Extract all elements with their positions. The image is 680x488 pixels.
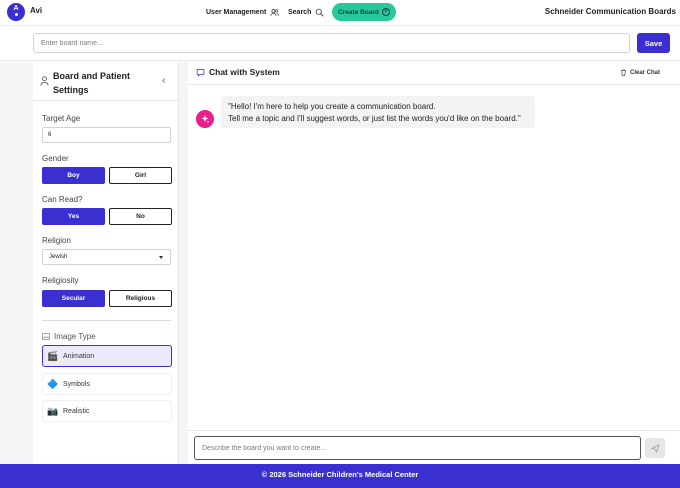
can-read-yes-button[interactable]: Yes: [42, 208, 105, 225]
message-line: "Hello! I'm here to help you create a co…: [228, 102, 436, 111]
collapse-chevron-icon[interactable]: ‹: [162, 75, 165, 86]
image-type-label: Image Type: [54, 332, 96, 341]
top-navbar: A Avi User Management Search Create Boar…: [0, 0, 680, 26]
target-age-input[interactable]: 6: [42, 127, 171, 143]
can-read-label: Can Read?: [42, 195, 83, 204]
religiosity-label: Religiosity: [42, 276, 79, 285]
search-label: Search: [288, 9, 312, 16]
settings-panel: Board and Patient Settings ‹ Target Age …: [33, 62, 179, 464]
image-type-option-label: Realistic: [63, 407, 90, 415]
chat-header: Chat with System Clear Chat: [188, 62, 680, 85]
religiosity-secular-button[interactable]: Secular: [42, 290, 105, 307]
board-name-bar: Save: [0, 27, 680, 61]
save-button[interactable]: Save: [637, 33, 670, 53]
image-type-symbols[interactable]: 🔷 Symbols: [42, 373, 172, 395]
image-type-animation[interactable]: 🎬 Animation: [42, 345, 172, 367]
blue-diamond-icon: 🔷: [47, 378, 59, 389]
clear-chat-button[interactable]: Clear Chat: [620, 69, 660, 76]
user-management-label: User Management: [206, 9, 267, 16]
gender-boy-button[interactable]: Boy: [42, 167, 105, 184]
create-board-label: Create Board: [338, 8, 379, 16]
clear-chat-label: Clear Chat: [629, 69, 660, 76]
user-avatar[interactable]: A: [7, 3, 25, 21]
target-age-label: Target Age: [42, 114, 81, 123]
search-icon: [316, 8, 324, 17]
trash-icon: [620, 69, 627, 76]
create-board-button[interactable]: Create Board +: [332, 3, 396, 21]
image-type-realistic[interactable]: 📷 Realistic: [42, 400, 172, 422]
can-read-no-button[interactable]: No: [109, 208, 172, 225]
username: Avi: [30, 6, 43, 15]
bot-avatar: [196, 110, 214, 128]
settings-divider: [42, 320, 171, 321]
gender-label: Gender: [42, 154, 69, 163]
camera-icon: 📷: [47, 405, 59, 416]
image-type-heading: Image Type: [42, 332, 96, 341]
send-button[interactable]: [645, 438, 665, 458]
religion-selected-value: Jewish: [49, 254, 68, 260]
religion-label: Religion: [42, 236, 71, 245]
chat-input-bar: [188, 430, 680, 464]
board-name-input[interactable]: [33, 33, 630, 53]
bot-message: "Hello! I'm here to help you create a co…: [221, 96, 535, 128]
gender-girl-button[interactable]: Girl: [109, 167, 172, 184]
user-management-link[interactable]: User Management: [206, 8, 280, 17]
dropdown-caret-icon: [159, 256, 163, 259]
search-link[interactable]: Search: [288, 8, 324, 17]
religiosity-religious-button[interactable]: Religious: [109, 290, 172, 307]
avatar-initial: A: [13, 5, 19, 12]
sparkles-icon: [201, 115, 210, 124]
chat-title-text: Chat with System: [209, 67, 280, 77]
chat-title: Chat with System: [196, 67, 280, 77]
chat-bubble-icon: [196, 68, 205, 77]
clapperboard-icon: 🎬: [47, 350, 59, 361]
image-type-option-label: Animation: [63, 352, 95, 360]
users-icon: [270, 9, 280, 16]
message-line: Tell me a topic and I'll suggest words, …: [228, 114, 521, 123]
chat-message-input[interactable]: [194, 436, 641, 460]
image-type-option-label: Symbols: [63, 380, 90, 388]
settings-title: Board and Patient Settings: [53, 71, 131, 95]
app-title: Schneider Communication Boards: [544, 7, 676, 16]
send-icon: [650, 443, 660, 453]
plus-circle-icon: +: [381, 8, 390, 16]
settings-header: Board and Patient Settings ‹: [33, 62, 179, 101]
religion-select[interactable]: Jewish: [42, 249, 171, 265]
footer: © 2026 Schneider Children's Medical Cent…: [0, 464, 680, 488]
person-icon: [40, 76, 49, 86]
chat-panel: Chat with System Clear Chat "Hello! I'm …: [188, 62, 680, 464]
image-icon: [42, 333, 50, 340]
